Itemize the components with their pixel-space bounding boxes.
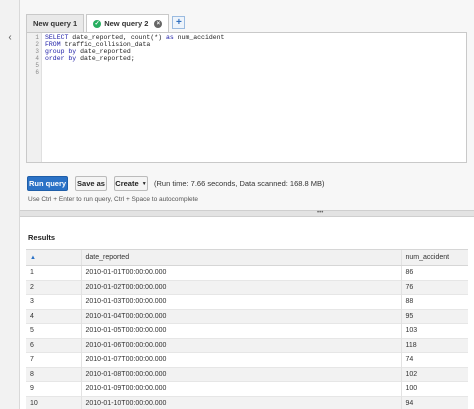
left-rail: ‹ (0, 0, 20, 409)
sql-line (45, 62, 464, 69)
table-row[interactable]: 4 2010-01-04T00:00:00.000 95 (26, 309, 468, 324)
results-table: ▲ date_reported num_accident 1 2010-01-01… (26, 249, 468, 409)
create-button[interactable]: Create ▼ (114, 176, 148, 191)
table-row[interactable]: 6 2010-01-06T00:00:00.000 118 (26, 338, 468, 353)
tab-label: New query 1 (33, 19, 78, 28)
row-index-cell: 5 (30, 327, 34, 335)
table-row[interactable]: 3 2010-01-03T00:00:00.000 88 (26, 294, 468, 309)
column-header-label: num_accident (405, 254, 450, 261)
num-accident-cell: 118 (400, 338, 468, 353)
row-index-cell: 8 (30, 370, 34, 378)
date-reported-cell: 2010-01-06T00:00:00.000 (80, 338, 401, 353)
date-reported-cell: 2010-01-03T00:00:00.000 (80, 294, 401, 309)
tab-label: New query 2 (104, 19, 149, 28)
num-accident-cell: 76 (400, 280, 468, 295)
num-accident-cell: 102 (400, 367, 468, 382)
num-accident-cell: 86 (400, 265, 468, 280)
line-number: 5 (35, 62, 39, 69)
sql-keyword: group by (45, 48, 77, 55)
sql-line: group by date_reported (45, 48, 464, 55)
sql-code[interactable]: SELECT date_reported, count(*) as num_ac… (45, 33, 464, 76)
line-number: 4 (35, 55, 39, 62)
table-row[interactable]: 5 2010-01-05T00:00:00.000 103 (26, 323, 468, 338)
line-number: 3 (35, 48, 39, 55)
column-header-label: date_reported (85, 254, 130, 261)
table-row[interactable]: 10 2010-01-10T00:00:00.000 94 (26, 396, 468, 409)
sql-text: date_reported; (76, 55, 135, 62)
shortcut-hint: Use Ctrl + Enter to run query, Ctrl + Sp… (28, 196, 199, 203)
results-header-row: ▲ date_reported num_accident (26, 249, 468, 266)
date-reported-cell: 2010-01-08T00:00:00.000 (80, 367, 401, 382)
sort-icon[interactable]: ▲ (30, 255, 36, 261)
tab-new-query-2[interactable]: ✓ New query 2 × (86, 14, 170, 33)
sql-text: date_reported, count(*) (68, 34, 166, 41)
check-circle-icon: ✓ (93, 20, 102, 29)
row-index-cell: 7 (30, 356, 34, 364)
row-index-cell: 3 (30, 298, 34, 306)
column-header-num-accident[interactable]: num_accident (400, 249, 468, 266)
tab-new-query-1[interactable]: New query 1 (26, 14, 85, 32)
num-accident-cell: 94 (400, 396, 468, 409)
pane-splitter[interactable]: ••• (20, 210, 474, 217)
sql-keyword: as (165, 34, 174, 41)
sql-line: SELECT date_reported, count(*) as num_ac… (45, 34, 464, 41)
sql-line: order by date_reported; (45, 55, 464, 62)
sql-keyword: order by (45, 55, 77, 62)
num-accident-cell: 103 (400, 323, 468, 338)
num-accident-cell: 100 (400, 381, 468, 396)
results-pane: Results ▲ date_reported num_accident 1 20… (20, 217, 474, 409)
sql-keyword: FROM (45, 41, 61, 48)
sql-line (45, 69, 464, 76)
sql-keyword: SELECT (45, 34, 69, 41)
row-index-cell: 1 (30, 269, 34, 277)
row-index-cell: 6 (30, 341, 34, 349)
results-title: Results (28, 233, 56, 242)
row-index-cell: 10 (30, 399, 38, 407)
query-tabs: New query 1 ✓ New query 2 × + (26, 14, 186, 33)
row-index-cell: 2 (30, 283, 34, 291)
date-reported-cell: 2010-01-04T00:00:00.000 (80, 309, 401, 324)
num-accident-cell: 95 (400, 309, 468, 324)
table-row[interactable]: 2 2010-01-02T00:00:00.000 76 (26, 280, 468, 295)
column-header-date-reported[interactable]: date_reported (80, 249, 401, 266)
sql-line: FROM traffic_collision_data (45, 41, 464, 48)
row-index-cell: 9 (30, 385, 34, 393)
date-reported-cell: 2010-01-10T00:00:00.000 (80, 396, 401, 409)
table-row[interactable]: 1 2010-01-01T00:00:00.000 86 (26, 265, 468, 280)
close-circle-icon[interactable]: × (154, 20, 163, 29)
line-number: 2 (35, 41, 39, 48)
sql-text: num_accident (173, 34, 225, 41)
row-index-cell: 4 (30, 312, 34, 320)
table-row[interactable]: 8 2010-01-08T00:00:00.000 102 (26, 367, 468, 382)
index-column-header[interactable]: ▲ (26, 249, 81, 266)
chevron-left-icon[interactable]: ‹ (4, 31, 16, 45)
line-number-gutter: 123456 (27, 33, 42, 162)
date-reported-cell: 2010-01-02T00:00:00.000 (80, 280, 401, 295)
table-row[interactable]: 7 2010-01-07T00:00:00.000 74 (26, 352, 468, 367)
num-accident-cell: 88 (400, 294, 468, 309)
query-editor-pane: New query 1 ✓ New query 2 × + 123456 SELEC… (20, 0, 474, 210)
drag-handle-icon[interactable]: ••• (317, 210, 323, 216)
caret-down-icon: ▼ (141, 180, 147, 187)
table-row[interactable]: 9 2010-01-09T00:00:00.000 100 (26, 381, 468, 396)
save-as-button[interactable]: Save as (75, 176, 107, 191)
date-reported-cell: 2010-01-05T00:00:00.000 (80, 323, 401, 338)
run-info-text: (Run time: 7.66 seconds, Data scanned: 1… (154, 179, 325, 188)
create-label: Create (115, 179, 139, 188)
date-reported-cell: 2010-01-09T00:00:00.000 (80, 381, 401, 396)
run-query-button[interactable]: Run query (27, 176, 68, 191)
line-number: 6 (35, 69, 39, 76)
sql-text: traffic_collision_data (60, 41, 151, 48)
sql-text: date_reported (76, 48, 131, 55)
line-number: 1 (35, 34, 39, 41)
date-reported-cell: 2010-01-01T00:00:00.000 (80, 265, 401, 280)
sql-editor[interactable]: 123456 SELECT date_reported, count(*) as… (26, 32, 467, 163)
date-reported-cell: 2010-01-07T00:00:00.000 (80, 352, 401, 367)
add-tab-button[interactable]: + (172, 16, 186, 29)
num-accident-cell: 74 (400, 352, 468, 367)
